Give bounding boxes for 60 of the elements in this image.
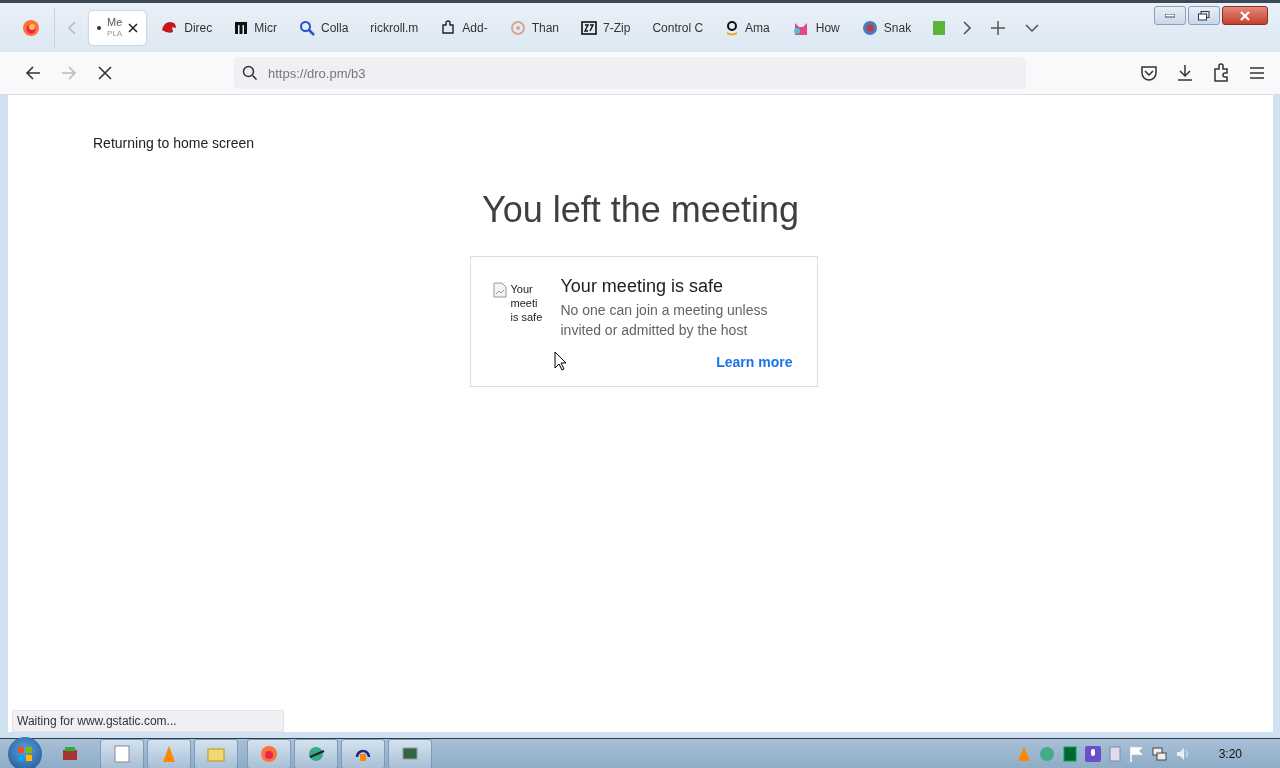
bird-icon <box>160 19 179 36</box>
search-icon <box>298 19 315 36</box>
clock[interactable]: 3:20 <box>1218 746 1242 761</box>
microphone-icon[interactable] <box>1084 745 1101 762</box>
scroll-right-icon[interactable] <box>963 20 972 35</box>
browser-tab[interactable]: Micr <box>226 10 285 45</box>
return-message: Returning to home screen <box>93 135 256 151</box>
taskbar-button[interactable] <box>341 738 385 768</box>
notepad-icon <box>114 744 130 763</box>
status-text: Waiting for www.gstatic.com... <box>12 710 284 732</box>
puzzle-icon <box>440 19 457 36</box>
search-icon <box>242 65 258 81</box>
plus-icon[interactable] <box>991 20 1006 35</box>
browser-tab[interactable]: How <box>783 10 848 45</box>
image-alt-text: Your meeti is safe <box>510 282 544 325</box>
taskbar-button[interactable] <box>147 738 191 768</box>
close-window-button[interactable] <box>1222 6 1268 25</box>
cursor-icon <box>554 351 567 371</box>
taskbar-button[interactable] <box>247 738 291 768</box>
globe-icon <box>307 744 325 763</box>
browser-tab[interactable]: Control C <box>644 10 712 45</box>
minimize-icon <box>1165 13 1175 18</box>
taskbar-button[interactable] <box>100 738 144 768</box>
square-icon <box>933 20 946 35</box>
restore-button[interactable] <box>1188 6 1220 25</box>
network-icon[interactable] <box>1150 745 1167 762</box>
learn-more-link[interactable]: Learn more <box>716 354 793 370</box>
smile-logo-icon <box>725 19 740 36</box>
browser-logo-icon <box>260 744 278 763</box>
monitor-icon <box>401 745 419 762</box>
zip-icon <box>581 20 598 35</box>
broken-image-icon <box>492 282 507 298</box>
cone-icon <box>161 744 177 763</box>
browser-tab[interactable]: Me PLA <box>89 10 147 45</box>
browser-tab[interactable]: rickroll.m <box>362 10 427 45</box>
card-title: Your meeting is safe <box>560 276 724 297</box>
browser-logo-icon[interactable] <box>22 18 40 37</box>
browser-tab[interactable]: Direc <box>152 10 221 45</box>
chevron-down-icon[interactable] <box>1025 23 1040 32</box>
windows-logo-icon <box>17 745 33 762</box>
card-text: No one can join a meeting unless invited or admitted by the host <box>560 301 769 340</box>
restore-icon <box>1198 10 1210 21</box>
taskbar-button[interactable] <box>194 738 238 768</box>
browser-tab[interactable]: Add- <box>432 10 496 45</box>
m-logo-icon <box>234 20 249 35</box>
address-field[interactable]: https://dro.pm/b3 <box>234 57 1026 89</box>
ring-icon <box>509 19 526 36</box>
folder-icon <box>207 745 225 762</box>
close-icon <box>1240 10 1250 21</box>
browser-tab[interactable]: 7-Zip <box>573 10 639 45</box>
taskbar-button[interactable] <box>388 738 432 768</box>
browser-tab[interactable]: Snak <box>853 10 920 45</box>
snake-icon <box>861 19 878 36</box>
close-icon[interactable] <box>128 22 139 33</box>
taskbar-button[interactable] <box>294 738 338 768</box>
start-button[interactable] <box>8 736 42 768</box>
browser-tab[interactable]: Than <box>501 10 568 45</box>
page-heading: You left the meeting <box>481 189 800 231</box>
browser-tab[interactable]: Colla <box>290 10 357 45</box>
browser-tab[interactable]: Ama <box>717 10 778 45</box>
